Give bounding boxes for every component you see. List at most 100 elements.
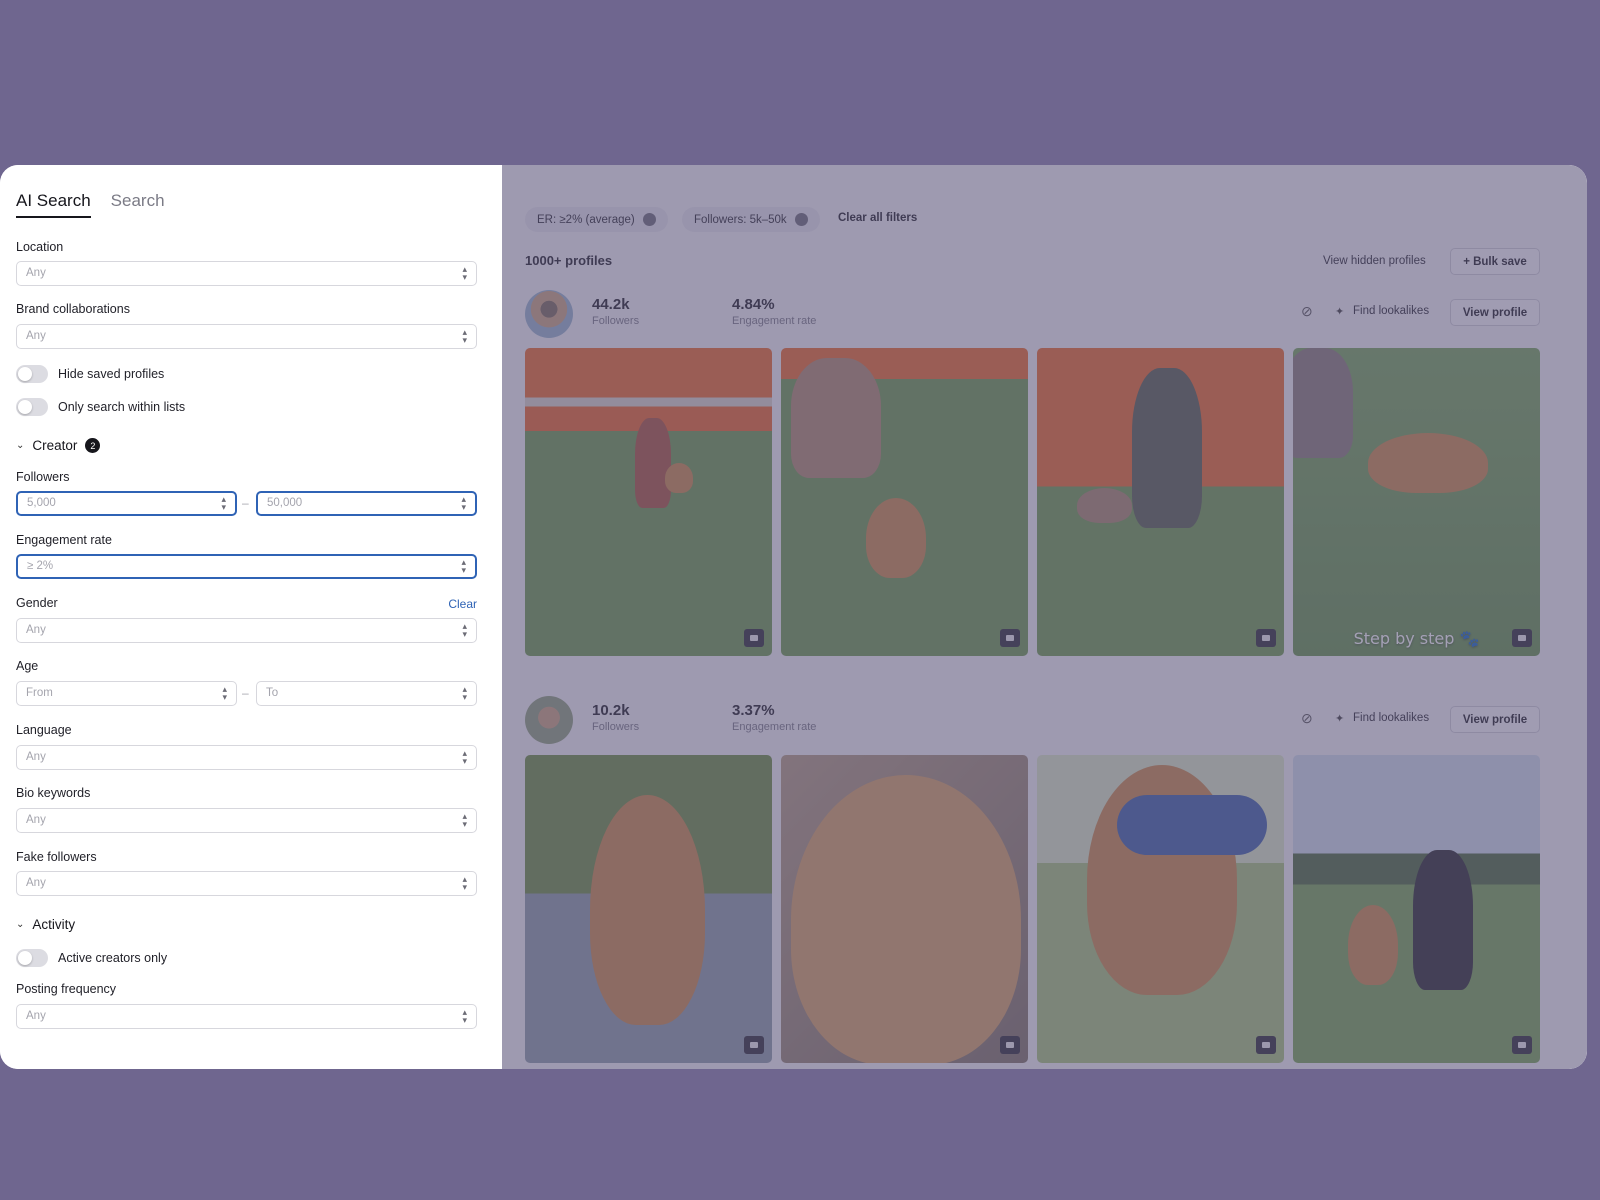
only-lists-row: Only search within lists bbox=[16, 398, 185, 416]
post-thumbnail[interactable] bbox=[1037, 755, 1284, 1063]
gender-clear-link[interactable]: Clear bbox=[448, 597, 477, 611]
location-select[interactable]: Any ▴ ▾ bbox=[16, 261, 477, 286]
gender-select[interactable]: Any ▴ ▾ bbox=[16, 618, 477, 643]
followers-max-input[interactable]: 50,000 ▴ ▾ bbox=[256, 491, 477, 516]
bio-keywords-placeholder: Any bbox=[26, 814, 46, 826]
posting-frequency-label: Posting frequency bbox=[16, 982, 117, 996]
age-to-placeholder: To bbox=[266, 687, 279, 699]
updown-chevron-icon: ▴ ▾ bbox=[462, 684, 467, 702]
brand-collaborations-label: Brand collaborations bbox=[16, 302, 130, 316]
post-thumbnail[interactable] bbox=[525, 755, 772, 1063]
followers-value: 10.2k bbox=[592, 702, 630, 719]
video-icon bbox=[744, 629, 764, 647]
followers-max-value: 50,000 bbox=[267, 497, 303, 509]
remove-chip-icon[interactable] bbox=[642, 213, 656, 226]
updown-chevron-icon: ▴ ▾ bbox=[461, 494, 466, 512]
only-lists-label: Only search within lists bbox=[58, 400, 186, 414]
creator-filter-count-badge: 2 bbox=[85, 438, 101, 453]
eye-off-icon[interactable]: ⊘ bbox=[1301, 710, 1313, 727]
creator-section-header[interactable]: ⌄ Creator 2 bbox=[16, 438, 101, 453]
clear-all-filters-link[interactable]: Clear all filters bbox=[838, 212, 917, 224]
video-icon bbox=[1000, 629, 1020, 647]
age-from-select[interactable]: From ▴ ▾ bbox=[16, 681, 237, 706]
active-only-label: Active creators only bbox=[58, 951, 168, 965]
sparkle-icon: ✦ bbox=[1335, 306, 1345, 318]
updown-chevron-icon: ▴ ▾ bbox=[462, 327, 467, 345]
updown-chevron-icon: ▴ ▾ bbox=[462, 1007, 467, 1025]
sparkle-icon: ✦ bbox=[1335, 713, 1345, 725]
results-area: ER: ≥2% (average) Followers: 5k–50k Clea… bbox=[502, 165, 1587, 1069]
view-hidden-profiles-link[interactable]: View hidden profiles bbox=[1323, 255, 1426, 267]
gender-placeholder: Any bbox=[26, 624, 46, 636]
age-from-placeholder: From bbox=[26, 687, 53, 699]
post-thumbnail[interactable] bbox=[781, 348, 1028, 656]
brand-collaborations-placeholder: Any bbox=[26, 330, 46, 342]
followers-stat-label: Followers bbox=[592, 315, 640, 327]
remove-chip-icon[interactable] bbox=[794, 213, 808, 226]
avatar[interactable] bbox=[525, 290, 573, 338]
engagement-stat-label: Engagement rate bbox=[732, 721, 817, 733]
chevron-down-icon: ⌄ bbox=[16, 440, 25, 451]
brand-collaborations-select[interactable]: Any ▴ ▾ bbox=[16, 324, 477, 349]
followers-value: 44.2k bbox=[592, 296, 630, 313]
updown-chevron-icon: ▴ ▾ bbox=[462, 621, 467, 639]
view-profile-button[interactable]: View profile bbox=[1450, 706, 1540, 733]
post-thumbnail[interactable] bbox=[1293, 755, 1540, 1063]
followers-min-input[interactable]: 5,000 ▴ ▾ bbox=[16, 491, 237, 516]
active-only-row: Active creators only bbox=[16, 949, 167, 967]
engagement-rate-value: ≥ 2% bbox=[27, 560, 54, 572]
eye-off-icon[interactable]: ⊘ bbox=[1301, 303, 1313, 320]
age-to-select[interactable]: To ▴ ▾ bbox=[256, 681, 477, 706]
engagement-value: 3.37% bbox=[732, 702, 775, 719]
language-select[interactable]: Any ▴ ▾ bbox=[16, 745, 477, 770]
video-icon bbox=[1000, 1036, 1020, 1054]
filter-panel: AI Search Search Location Any ▴ ▾ Brand c… bbox=[0, 165, 502, 1069]
filter-chip-er-label: ER: ≥2% (average) bbox=[537, 213, 635, 226]
engagement-rate-label: Engagement rate bbox=[16, 533, 112, 547]
post-caption-overlay: Step by step 🐾 bbox=[1353, 629, 1480, 648]
hide-saved-label: Hide saved profiles bbox=[58, 367, 165, 381]
posting-frequency-placeholder: Any bbox=[26, 1010, 46, 1022]
tab-ai-search[interactable]: AI Search bbox=[16, 191, 91, 218]
avatar[interactable] bbox=[525, 696, 573, 744]
activity-section-header[interactable]: ⌄ Activity bbox=[16, 917, 75, 932]
updown-chevron-icon: ▴ ▾ bbox=[462, 264, 467, 282]
updown-chevron-icon: ▴ ▾ bbox=[462, 748, 467, 766]
search-tabs: AI Search Search bbox=[16, 191, 165, 218]
fake-followers-select[interactable]: Any ▴ ▾ bbox=[16, 871, 477, 896]
posting-frequency-select[interactable]: Any ▴ ▾ bbox=[16, 1004, 477, 1029]
view-profile-button[interactable]: View profile bbox=[1450, 299, 1540, 326]
only-lists-toggle[interactable] bbox=[16, 398, 48, 416]
gender-label: Gender bbox=[16, 596, 58, 610]
bulk-save-button[interactable]: + Bulk save bbox=[1450, 248, 1540, 275]
filter-chip-er[interactable]: ER: ≥2% (average) bbox=[525, 207, 668, 232]
updown-chevron-icon: ▴ ▾ bbox=[461, 557, 466, 575]
filter-chip-followers[interactable]: Followers: 5k–50k bbox=[682, 207, 820, 232]
updown-chevron-icon: ▴ ▾ bbox=[222, 684, 227, 702]
post-thumbnail[interactable] bbox=[781, 755, 1028, 1063]
updown-chevron-icon: ▴ ▾ bbox=[462, 874, 467, 892]
bio-keywords-label: Bio keywords bbox=[16, 786, 91, 800]
tab-search[interactable]: Search bbox=[111, 191, 165, 218]
profile-count: 1000+ profiles bbox=[525, 253, 613, 268]
video-icon bbox=[1256, 1036, 1276, 1054]
active-only-toggle[interactable] bbox=[16, 949, 48, 967]
post-thumbnail[interactable] bbox=[1037, 348, 1284, 656]
post-thumbnail[interactable]: Step by step 🐾 bbox=[1293, 348, 1540, 656]
video-icon bbox=[1512, 629, 1532, 647]
hide-saved-toggle[interactable] bbox=[16, 365, 48, 383]
age-range-separator: – bbox=[242, 686, 249, 700]
hide-saved-row: Hide saved profiles bbox=[16, 365, 164, 383]
location-placeholder: Any bbox=[26, 267, 46, 279]
video-icon bbox=[744, 1036, 764, 1054]
fake-followers-placeholder: Any bbox=[26, 877, 46, 889]
post-thumbnail[interactable] bbox=[525, 348, 772, 656]
followers-min-value: 5,000 bbox=[27, 497, 56, 509]
find-lookalikes-button[interactable]: Find lookalikes bbox=[1353, 712, 1429, 724]
engagement-rate-select[interactable]: ≥ 2% ▴ ▾ bbox=[16, 554, 477, 579]
bio-keywords-select[interactable]: Any ▴ ▾ bbox=[16, 808, 477, 833]
engagement-value: 4.84% bbox=[732, 296, 775, 313]
updown-chevron-icon: ▴ ▾ bbox=[221, 494, 226, 512]
find-lookalikes-button[interactable]: Find lookalikes bbox=[1353, 305, 1429, 317]
video-icon bbox=[1256, 629, 1276, 647]
